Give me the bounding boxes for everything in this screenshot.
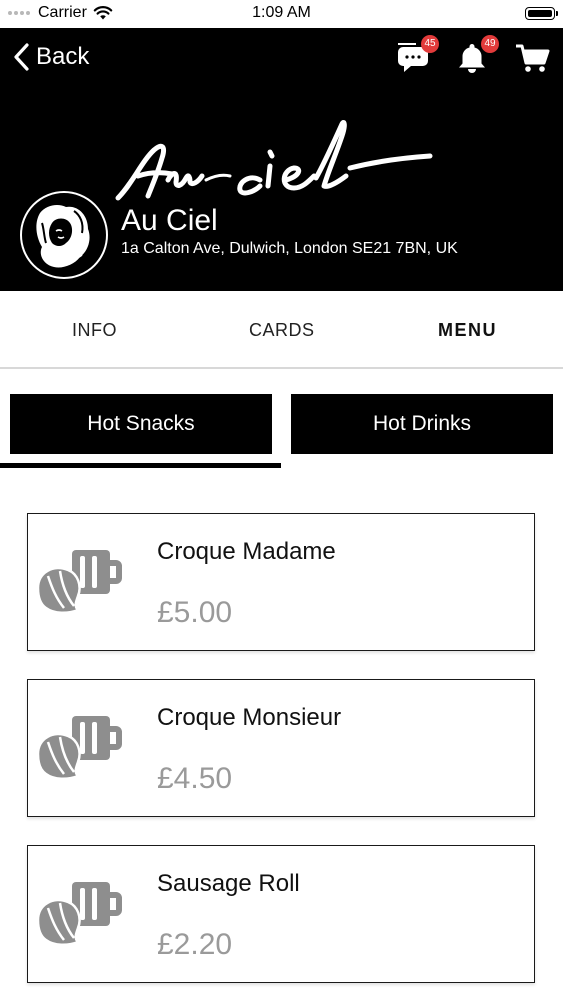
- menu-item[interactable]: Croque Monsieur £4.50: [27, 679, 535, 817]
- back-label: Back: [36, 43, 90, 70]
- menu-item-name: Croque Madame: [157, 538, 336, 565]
- chat-button[interactable]: 45: [393, 35, 439, 76]
- main-tabs: INFO CARDS MENU: [0, 291, 563, 369]
- selected-category-indicator: [0, 463, 281, 468]
- croissant-coffee-icon: [36, 550, 122, 614]
- restaurant-header: Back 45 49 Au Ciel 1a Calton Ave, Dulwic…: [0, 28, 563, 291]
- back-button[interactable]: Back: [12, 42, 89, 72]
- menu-item-price: £4.50: [157, 762, 233, 795]
- tab-cards[interactable]: CARDS: [249, 320, 315, 341]
- battery-icon: [525, 7, 558, 20]
- restaurant-avatar: [20, 191, 108, 279]
- restaurant-name: Au Ciel: [121, 204, 218, 237]
- notifications-badge: 49: [481, 35, 499, 53]
- menu-item[interactable]: Sausage Roll £2.20: [27, 845, 535, 983]
- chat-badge: 45: [421, 35, 439, 53]
- category-hot-drinks-button[interactable]: Hot Drinks: [291, 394, 553, 454]
- category-hot-snacks-button[interactable]: Hot Snacks: [10, 394, 272, 454]
- tab-menu[interactable]: MENU: [438, 320, 497, 341]
- menu-item-name: Sausage Roll: [157, 870, 300, 897]
- chevron-left-icon: [14, 43, 29, 71]
- cart-icon: [516, 44, 550, 72]
- menu-item[interactable]: Croque Madame £5.00: [27, 513, 535, 651]
- menu-item-price: £2.20: [157, 928, 233, 961]
- notifications-button[interactable]: 49: [453, 35, 499, 76]
- menu-item-price: £5.00: [157, 596, 233, 629]
- cart-button[interactable]: [513, 40, 551, 76]
- menu-item-name: Croque Monsieur: [157, 704, 342, 731]
- au-ciel-logo: [115, 120, 433, 201]
- restaurant-address: 1a Calton Ave, Dulwich, London SE21 7BN,…: [121, 240, 458, 257]
- status-time: 1:09 AM: [252, 4, 311, 21]
- tab-info[interactable]: INFO: [72, 320, 117, 341]
- header-actions: 45 49: [393, 35, 551, 76]
- croissant-coffee-icon: [36, 716, 122, 780]
- croissant-coffee-icon: [36, 882, 122, 946]
- status-bar: Carrier 1:09 AM: [0, 0, 563, 28]
